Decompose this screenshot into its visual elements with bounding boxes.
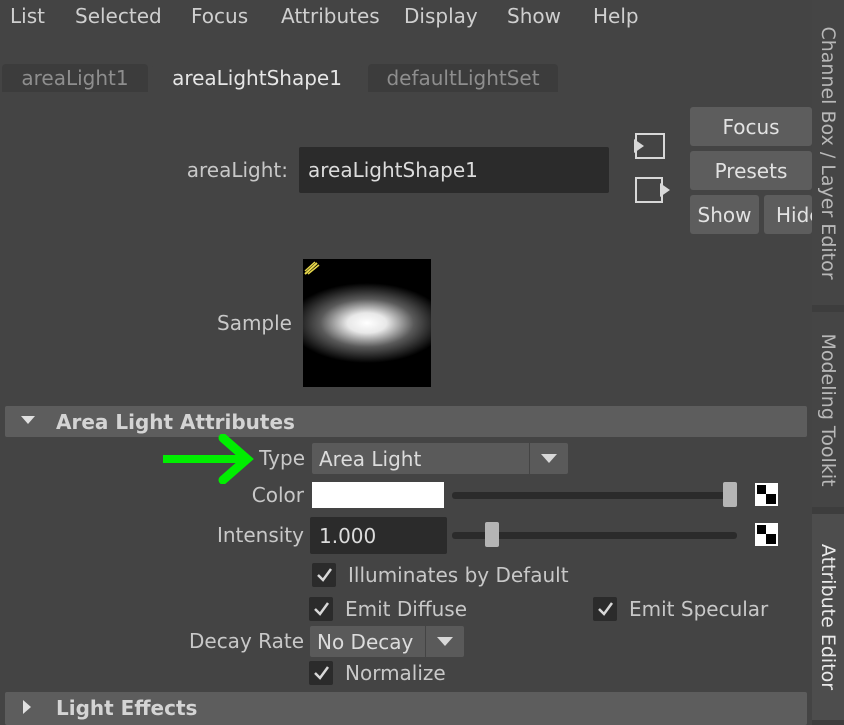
emit-specular-checkbox[interactable] <box>593 597 617 621</box>
output-connections-icon[interactable] <box>631 175 671 205</box>
tab-arealightshape1[interactable]: areaLightShape1 <box>152 64 362 92</box>
section-title: Light Effects <box>56 696 198 720</box>
color-slider-track[interactable] <box>452 492 737 499</box>
illuminates-default-label: Illuminates by Default <box>348 563 569 587</box>
color-swatch[interactable] <box>312 482 444 508</box>
checkmark-icon <box>317 568 333 582</box>
input-connections-icon[interactable] <box>631 131 667 161</box>
light-effects-header[interactable]: Light Effects <box>5 692 807 725</box>
normalize-checkbox[interactable] <box>309 661 333 685</box>
tab-attribute-editor[interactable]: Attribute Editor <box>812 514 844 720</box>
normalize-label: Normalize <box>345 661 446 685</box>
tab-defaultlightset[interactable]: defaultLightSet <box>368 64 558 92</box>
menu-attributes[interactable]: Attributes <box>281 4 380 28</box>
type-label: Type <box>259 446 305 470</box>
node-type-label: areaLight: <box>186 158 288 182</box>
hide-button[interactable]: Hide <box>764 195 812 234</box>
decay-rate-label: Decay Rate <box>188 629 304 653</box>
color-slider-handle[interactable] <box>723 482 737 507</box>
focus-button[interactable]: Focus <box>690 107 812 146</box>
node-name-field[interactable]: areaLightShape1 <box>299 147 609 193</box>
decay-rate-value: No Decay <box>317 629 414 654</box>
expand-triangle-icon <box>23 700 31 714</box>
intensity-slider-handle[interactable] <box>484 522 499 547</box>
emit-diffuse-checkbox[interactable] <box>309 597 333 621</box>
checkmark-icon <box>598 602 614 616</box>
decay-rate-dropdown[interactable]: No Decay <box>310 626 464 657</box>
tab-channel-box-label: Channel Box / Layer Editor <box>817 25 839 280</box>
menu-show[interactable]: Show <box>507 4 561 28</box>
show-button[interactable]: Show <box>690 195 759 234</box>
tab-arealight1[interactable]: areaLight1 <box>2 64 148 92</box>
tab-channel-box[interactable]: Channel Box / Layer Editor <box>812 0 844 305</box>
menu-help[interactable]: Help <box>593 4 639 28</box>
chevron-down-icon <box>425 626 464 657</box>
illuminates-default-checkbox[interactable] <box>312 563 336 587</box>
menu-selected[interactable]: Selected <box>75 4 162 28</box>
type-value: Area Light <box>319 446 422 471</box>
intensity-label: Intensity <box>216 523 304 547</box>
intensity-map-button[interactable] <box>755 523 778 546</box>
checkmark-icon <box>314 666 330 680</box>
type-dropdown[interactable]: Area Light <box>312 443 568 474</box>
tab-attribute-editor-label: Attribute Editor <box>817 543 839 691</box>
color-map-button[interactable] <box>755 483 778 506</box>
emit-specular-label: Emit Specular <box>629 597 769 621</box>
menu-bar: List Selected Focus Attributes Display S… <box>0 0 812 34</box>
sample-swatch <box>289 259 445 387</box>
checkmark-icon <box>314 602 330 616</box>
light-type-icon <box>304 260 320 275</box>
presets-button[interactable]: Presets <box>690 151 812 190</box>
sample-label: Sample <box>217 311 292 335</box>
tab-modeling-toolkit-label: Modeling Toolkit <box>817 332 839 487</box>
menu-list[interactable]: List <box>10 4 45 28</box>
collapse-triangle-icon <box>21 416 35 424</box>
tab-modeling-toolkit[interactable]: Modeling Toolkit <box>812 312 844 507</box>
chevron-down-icon <box>529 443 568 474</box>
section-title: Area Light Attributes <box>56 410 295 434</box>
intensity-field[interactable]: 1.000 <box>310 517 447 554</box>
emit-diffuse-label: Emit Diffuse <box>345 597 468 621</box>
area-light-attributes-header[interactable]: Area Light Attributes <box>5 406 807 437</box>
menu-focus[interactable]: Focus <box>191 4 248 28</box>
menu-display[interactable]: Display <box>404 4 478 28</box>
color-label: Color <box>251 483 304 507</box>
node-tab-strip: areaLight1 areaLightShape1 defaultLightS… <box>0 60 812 92</box>
